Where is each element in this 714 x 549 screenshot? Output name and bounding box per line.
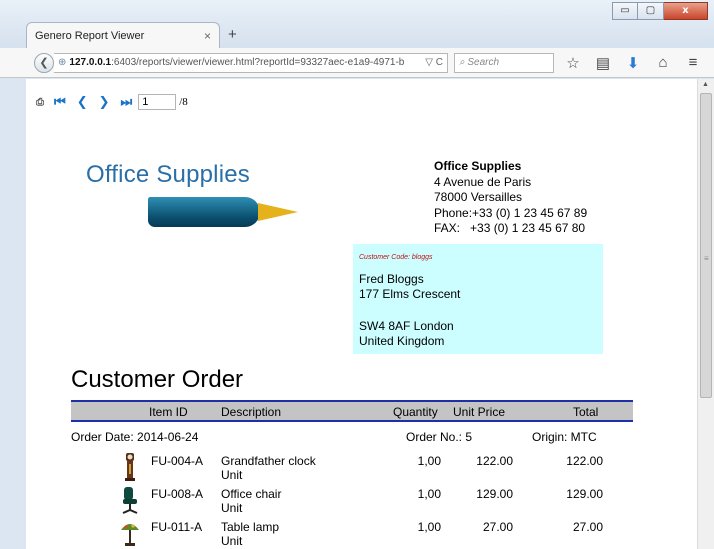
tab-close-icon[interactable]: × [204, 29, 211, 43]
page-number-input[interactable] [138, 94, 177, 110]
grandfather-clock-icon [125, 453, 135, 481]
item-total: 129.00 [566, 487, 603, 501]
item-unit-price: 27.00 [482, 520, 513, 534]
last-page-icon[interactable]: ⏭ [121, 95, 133, 110]
page-total: /8 [179, 96, 188, 108]
company-city: 78000 Versailles [434, 190, 523, 204]
home-icon[interactable]: ⌂ [652, 54, 674, 72]
search-placeholder: Search [467, 57, 500, 68]
item-description: Office chair Unit [221, 487, 282, 515]
customer-postcode-city: SW4 8AF London [359, 318, 454, 333]
customer-code: Customer Code: bloggs [359, 254, 433, 261]
company-address: Office Supplies 4 Avenue de Paris 78000 … [434, 159, 587, 237]
column-header-item-id: Item ID [149, 405, 188, 419]
company-logo-text: Office Supplies [86, 161, 250, 188]
star-icon[interactable]: ☆ [562, 54, 584, 72]
table-row: FU-011-A Table lamp Unit 1,00 27.00 27.00 [71, 518, 633, 549]
download-icon[interactable]: ⬇ [622, 54, 644, 72]
report-toolbar: ⎙ ⏮ ❮ ❯ ⏭ /8 [36, 94, 188, 110]
customer-street: 177 Elms Crescent [359, 287, 461, 301]
search-input[interactable]: ⌕ Search [454, 53, 554, 73]
menu-icon[interactable]: ≡ [682, 54, 704, 72]
navigation-bar: ❮ ⊕ 127.0.0.1:6403/reports/viewer/viewer.… [0, 48, 714, 78]
url-host: 127.0.0.1 [69, 57, 112, 68]
company-phone: Phone:+33 (0) 1 23 45 67 89 [434, 205, 588, 220]
company-name: Office Supplies [434, 159, 522, 173]
first-page-icon[interactable]: ⏮ [54, 95, 66, 110]
scroll-up-icon[interactable]: ▲ [702, 81, 709, 88]
fountain-pen-logo-icon [148, 197, 260, 227]
toolbar-icons: ☆ ▤ ⬇ ⌂ ≡ [562, 54, 704, 72]
print-icon[interactable]: ⎙ [36, 97, 44, 108]
item-id: FU-004-A [151, 454, 204, 468]
pen-nib-icon [258, 203, 298, 221]
item-total: 122.00 [566, 454, 603, 468]
site-identity-icon[interactable]: ⊕ [58, 57, 66, 68]
item-id: FU-011-A [151, 520, 203, 534]
table-header: Item ID Description Quantity Unit Price … [71, 400, 633, 422]
order-number: Order No.: 5 [406, 430, 473, 444]
url-path: :6403/reports/viewer/viewer.html?reportI… [111, 57, 405, 68]
item-unit-price: 129.00 [476, 487, 513, 501]
new-tab-button[interactable]: + [228, 26, 237, 43]
item-quantity: 1,00 [417, 487, 441, 501]
customer-name: Fred Bloggs [359, 271, 424, 286]
customer-country: United Kingdom [359, 334, 445, 348]
scrollbar-thumb[interactable]: ≡ [700, 93, 712, 398]
window-controls: ▭ ▢ x [612, 2, 708, 20]
item-description: Grandfather clock Unit [221, 454, 316, 482]
column-header-description: Description [221, 405, 282, 419]
order-origin: Origin: MTC [532, 430, 597, 444]
minimize-button[interactable]: ▭ [612, 2, 638, 20]
back-button[interactable]: ❮ [34, 53, 54, 73]
report-page: ⎙ ⏮ ❮ ❯ ⏭ /8 Office Supplies Office Supp… [26, 79, 697, 549]
url-bar[interactable]: ⊕ 127.0.0.1:6403/reports/viewer/viewer.ht… [54, 53, 448, 73]
column-header-quantity: Quantity [393, 405, 438, 419]
previous-page-icon[interactable]: ❮ [77, 95, 88, 110]
item-unit-price: 122.00 [476, 454, 513, 468]
next-page-icon[interactable]: ❯ [99, 95, 110, 110]
page-title: Customer Order [71, 366, 244, 393]
company-street: 4 Avenue de Paris [434, 174, 532, 189]
column-header-total: Total [573, 405, 599, 419]
maximize-button[interactable]: ▢ [638, 2, 664, 20]
item-quantity: 1,00 [417, 520, 441, 534]
order-date: Order Date: 2014-06-24 [71, 430, 199, 444]
item-id: FU-008-A [151, 487, 204, 501]
table-lamp-icon [121, 524, 139, 546]
reader-icon[interactable]: ▤ [592, 54, 614, 72]
browser-tab[interactable]: Genero Report Viewer × [26, 22, 220, 48]
company-fax: FAX: +33 (0) 1 23 45 67 80 [434, 221, 586, 235]
close-window-button[interactable]: x [664, 2, 708, 20]
grip-icon: ≡ [704, 254, 709, 263]
item-quantity: 1,00 [417, 454, 441, 468]
column-header-unit-price: Unit Price [453, 405, 506, 419]
reload-icon[interactable]: ▽ C [422, 54, 443, 72]
vertical-scrollbar[interactable]: ▲ ≡ [697, 79, 714, 549]
office-chair-icon [122, 487, 138, 514]
customer-address-box: Customer Code: bloggs Fred Bloggs 177 El… [353, 244, 603, 354]
item-total: 27.00 [572, 520, 603, 534]
tab-title: Genero Report Viewer [35, 29, 145, 42]
item-description: Table lamp Unit [221, 520, 280, 548]
